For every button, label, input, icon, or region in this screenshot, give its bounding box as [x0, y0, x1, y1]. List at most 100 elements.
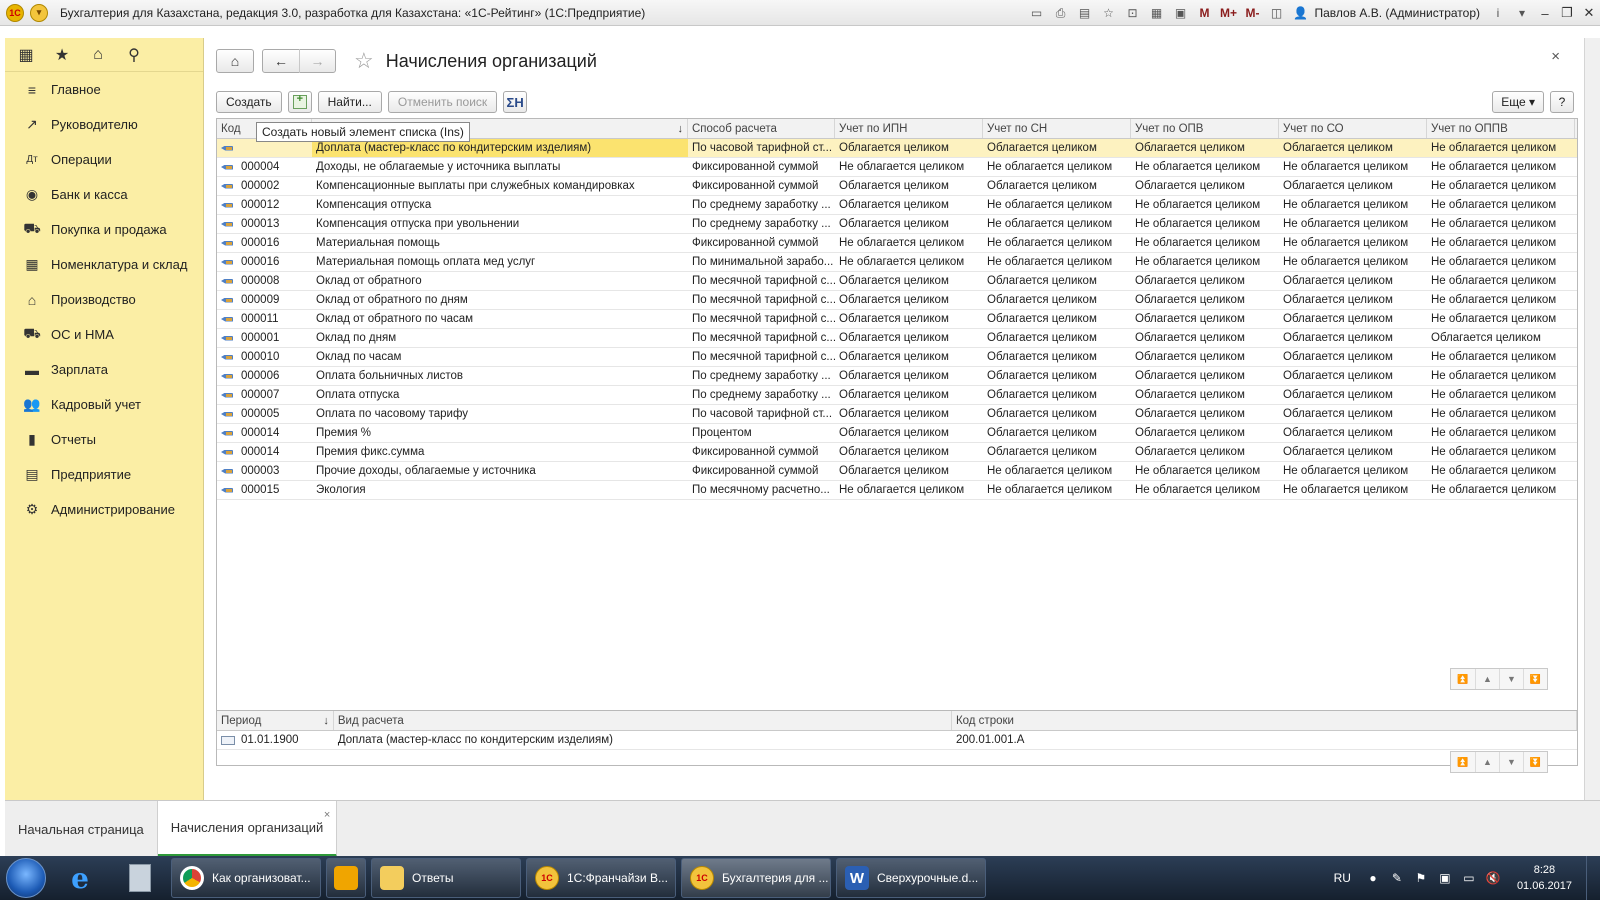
favorite-add-icon[interactable]: ☆	[1100, 4, 1118, 22]
taskbar-item[interactable]: Ответы	[371, 858, 521, 898]
sidebar-item-2[interactable]: Дт Операции	[5, 142, 203, 177]
accruals-table[interactable]: Код ↓ Способ расчета Учет по ИПН Учет по…	[216, 118, 1578, 720]
history-table[interactable]: Период ↓ Вид расчета Код строки 01.01.19…	[216, 710, 1578, 766]
flag-icon[interactable]: ⚑	[1413, 870, 1429, 886]
show-desktop-button[interactable]	[1586, 856, 1600, 900]
column-header-oppv[interactable]: Учет по ОППВ	[1427, 119, 1575, 138]
language-indicator[interactable]: RU	[1334, 871, 1351, 885]
column-header-line-code[interactable]: Код строки	[952, 711, 1577, 730]
table-row[interactable]: 000014 Премия фикс.сумма Фиксированной сум…	[217, 443, 1577, 462]
close-icon[interactable]: ×	[324, 809, 330, 821]
pinned-calculator[interactable]	[114, 858, 166, 898]
memory-minus-button[interactable]: M-	[1244, 4, 1262, 22]
memory-plus-button[interactable]: M+	[1220, 4, 1238, 22]
volume-muted-icon[interactable]: 🔇	[1485, 870, 1501, 886]
calendar-icon[interactable]: ▦	[1148, 4, 1166, 22]
find-button[interactable]: Найти...	[317, 91, 382, 113]
panel-layout-icon[interactable]: ◫	[1268, 4, 1286, 22]
table-row[interactable]: 000016 Материальная помощь Фиксированной с…	[217, 234, 1577, 253]
scroll-last-icon[interactable]: ⏬	[1523, 752, 1547, 772]
column-header-so[interactable]: Учет по СО	[1279, 119, 1427, 138]
scroll-up-icon[interactable]: ▲	[1475, 669, 1499, 689]
taskbar-item[interactable]: Как организоват...	[171, 858, 321, 898]
scroll-first-icon[interactable]: ⏫	[1451, 752, 1475, 772]
copy-button[interactable]	[287, 91, 312, 113]
sidebar-item-9[interactable]: 👥 Кадровый учет	[5, 387, 203, 422]
table-row[interactable]: 000001 Оклад по дням По месячной тарифной …	[217, 329, 1577, 348]
taskbar-item[interactable]: 1С Бухгалтерия для ...	[681, 858, 831, 898]
table-row[interactable]: 000003 Прочие доходы, облагаемые у источн…	[217, 462, 1577, 481]
sidebar-item-11[interactable]: ▤ Предприятие	[5, 457, 203, 492]
column-header-sn[interactable]: Учет по СН	[983, 119, 1131, 138]
sidebar-item-10[interactable]: ▮ Отчеты	[5, 422, 203, 457]
scroll-down-icon[interactable]: ▼	[1499, 752, 1523, 772]
app-logo-icon[interactable]: 1С	[6, 3, 24, 22]
sidebar-item-1[interactable]: ↗ Руководителю	[5, 107, 203, 142]
sidebar-item-4[interactable]: ⛟ Покупка и продажа	[5, 212, 203, 247]
table-row[interactable]: 000009 Оклад от обратного по дням По месяч…	[217, 291, 1577, 310]
taskbar-item[interactable]: W Сверхурочные.d...	[836, 858, 986, 898]
main-menu-icon[interactable]: ▾	[30, 3, 48, 22]
minimize-button[interactable]: –	[1534, 4, 1556, 22]
sidebar-item-6[interactable]: ⌂ Производство	[5, 282, 203, 317]
print-icon[interactable]: ⎙	[1052, 4, 1070, 22]
table-row[interactable]: 01.01.1900 Доплата (мастер-класс по конди…	[217, 731, 1577, 750]
tools-icon[interactable]: ✎	[1389, 870, 1405, 886]
taskbar-item[interactable]	[326, 858, 366, 898]
restore-button[interactable]: ❐	[1556, 4, 1578, 22]
table-row[interactable]: 000004 Доходы, не облагаемые у источника …	[217, 158, 1577, 177]
sidebar-item-12[interactable]: ⚙ Администрирование	[5, 492, 203, 527]
pinned-ie[interactable]: e	[54, 858, 106, 898]
table-row[interactable]: 000016 Материальная помощь оплата мед усл…	[217, 253, 1577, 272]
table-row[interactable]: 000011 Оклад от обратного по часам По меся…	[217, 310, 1577, 329]
taskbar-item[interactable]: 1С 1С:Франчайзи В...	[526, 858, 676, 898]
sidebar-item-8[interactable]: ▬ Зарплата	[5, 352, 203, 387]
column-header-method[interactable]: Способ расчета	[688, 119, 835, 138]
forward-button[interactable]: →	[298, 49, 335, 73]
table-row[interactable]: 000012 Компенсация отпуска По среднему зар…	[217, 196, 1577, 215]
column-header-kind[interactable]: Вид расчета	[334, 711, 952, 730]
calculator-icon[interactable]: ▣	[1172, 4, 1190, 22]
table-row[interactable]: 000013 Компенсация отпуска при увольнении…	[217, 215, 1577, 234]
table-row[interactable]: 000002 Компенсационные выплаты при служеб…	[217, 177, 1577, 196]
scroll-up-icon[interactable]: ▲	[1475, 752, 1499, 772]
tab-accruals[interactable]: Начисления организаций ×	[157, 801, 338, 857]
sidebar-item-5[interactable]: ▦ Номенклатура и склад	[5, 247, 203, 282]
current-user[interactable]: Павлов А.В. (Администратор)	[1315, 6, 1481, 20]
more-button[interactable]: Еще ▾	[1492, 91, 1544, 113]
bookmark-icon[interactable]: ⊡	[1124, 4, 1142, 22]
info-icon[interactable]: i	[1489, 4, 1507, 22]
chevron-down-icon[interactable]: ▾	[1513, 4, 1531, 22]
scroll-down-icon[interactable]: ▼	[1499, 669, 1523, 689]
column-header-opv[interactable]: Учет по ОПВ	[1131, 119, 1279, 138]
display-icon[interactable]: ▭	[1461, 870, 1477, 886]
history-icon[interactable]: ⌂	[87, 44, 109, 66]
column-header-period[interactable]: Период ↓	[217, 711, 334, 730]
user-status-icon[interactable]: ●	[1365, 870, 1381, 886]
memory-button[interactable]: M	[1196, 4, 1214, 22]
save-icon[interactable]: ▭	[1028, 4, 1046, 22]
preview-icon[interactable]: ▤	[1076, 4, 1094, 22]
sidebar-item-3[interactable]: ◉ Банк и касса	[5, 177, 203, 212]
table-row[interactable]: 000014 Премия % Процентом Облагается целико…	[217, 424, 1577, 443]
close-window-button[interactable]: ✕	[1578, 4, 1600, 22]
table-row[interactable]: 000010 Оклад по часам По месячной тарифной…	[217, 348, 1577, 367]
sidebar-item-7[interactable]: ⛟ ОС и НМА	[5, 317, 203, 352]
start-button[interactable]	[6, 858, 46, 898]
back-button[interactable]: ←	[263, 49, 299, 73]
table-row[interactable]: 000005 Оплата по часовому тарифу По часово…	[217, 405, 1577, 424]
star-icon[interactable]: ★	[51, 44, 73, 66]
table-row[interactable]: 000007 Оплата отпуска По среднему заработк…	[217, 386, 1577, 405]
table-row[interactable]: 000015 Экология По месячному расчетно... Не…	[217, 481, 1577, 500]
home-button[interactable]: ⌂	[216, 49, 254, 73]
search-icon[interactable]: ⚲	[123, 44, 145, 66]
table-row[interactable]: 000006 Оплата больничных листов По среднем…	[217, 367, 1577, 386]
favorite-star-icon[interactable]: ☆	[354, 48, 374, 74]
create-button[interactable]: Создать	[216, 91, 282, 113]
scroll-first-icon[interactable]: ⏫	[1451, 669, 1475, 689]
table-row[interactable]: 000008 Оклад от обратного По месячной тари…	[217, 272, 1577, 291]
close-form-button[interactable]: ×	[1551, 48, 1560, 65]
cancel-search-button[interactable]: Отменить поиск	[387, 91, 498, 113]
tab-home-page[interactable]: Начальная страница	[5, 801, 158, 857]
column-header-ipn[interactable]: Учет по ИПН	[835, 119, 983, 138]
